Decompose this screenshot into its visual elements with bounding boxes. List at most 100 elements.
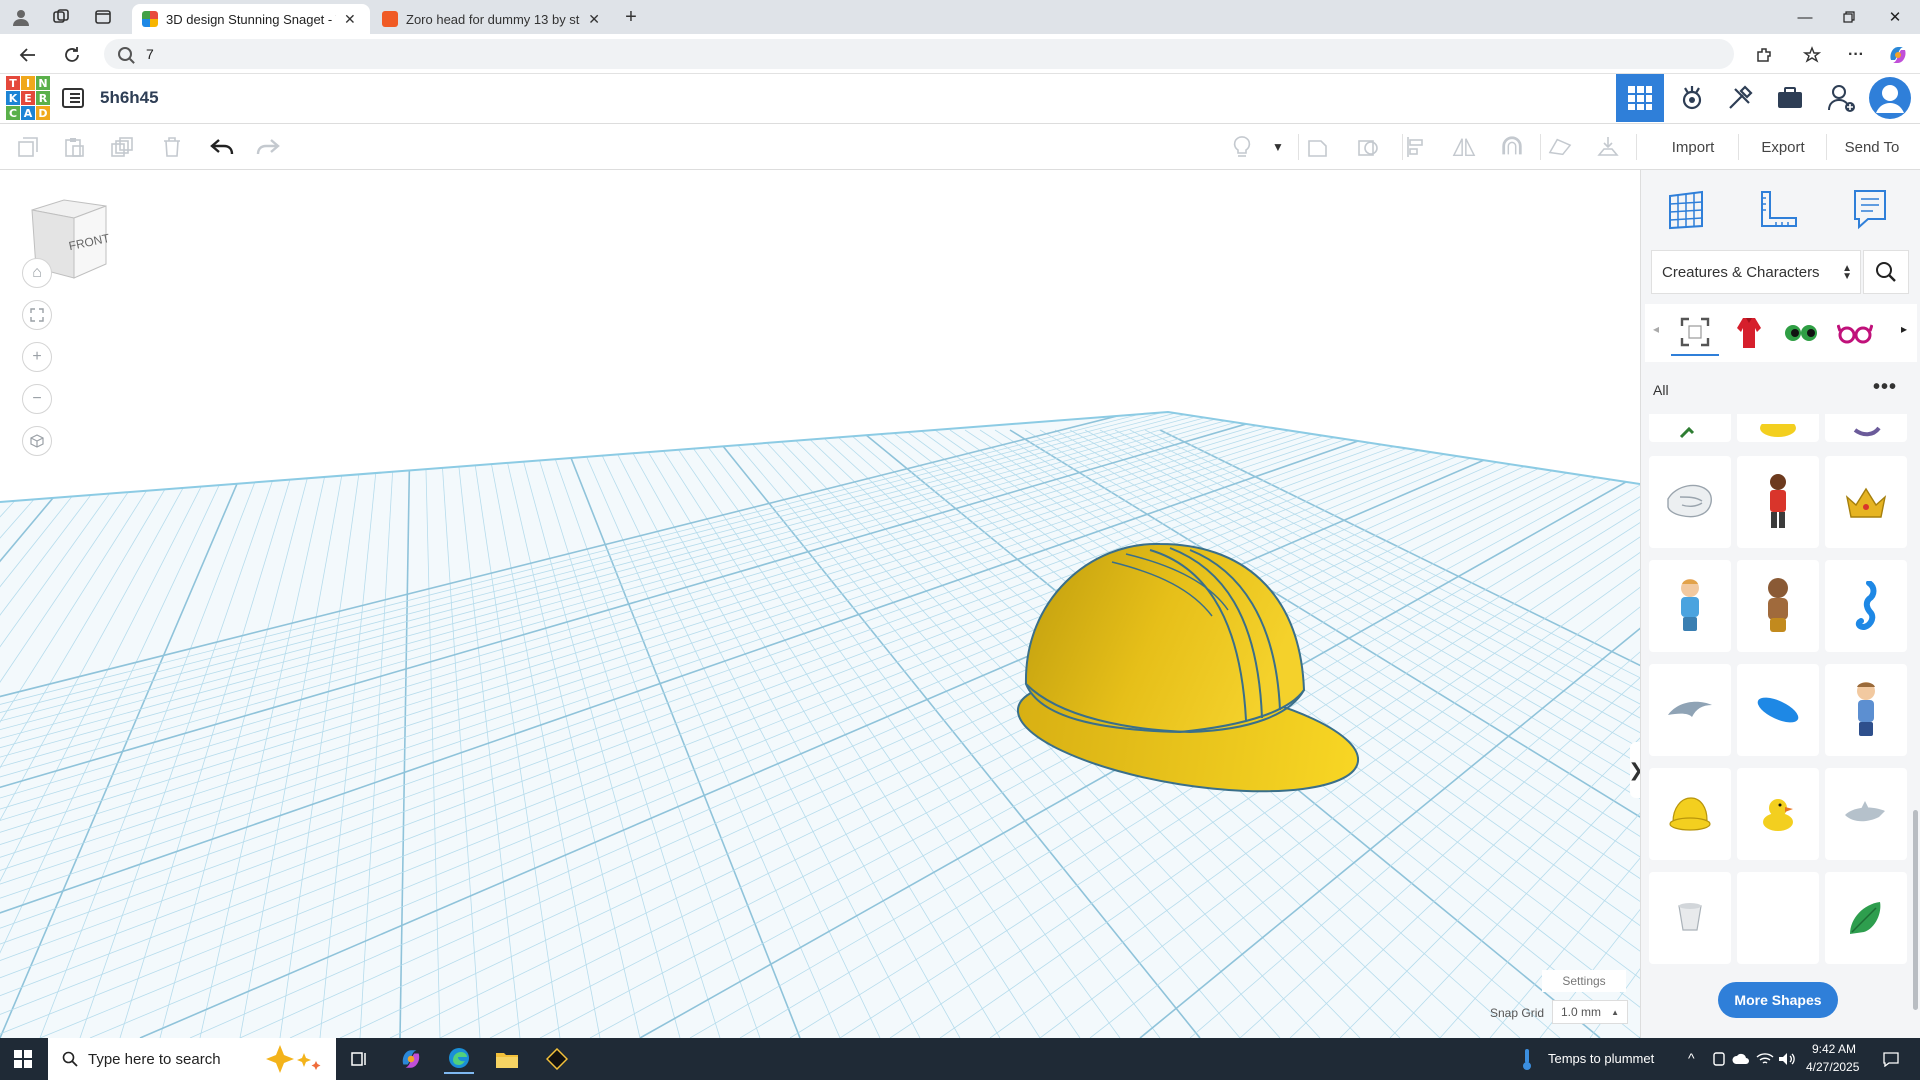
shape-monkey-figure[interactable]: [1737, 560, 1819, 652]
snap-grid-select[interactable]: 1.0 mm ▲: [1552, 1000, 1628, 1024]
address-input[interactable]: 7: [104, 39, 1734, 69]
volume-icon[interactable]: [1772, 1044, 1802, 1074]
clock-date[interactable]: 4/27/2025: [1806, 1060, 1859, 1074]
edge-browser-icon[interactable]: [444, 1044, 474, 1074]
3d-design-view-button[interactable]: [1616, 74, 1664, 122]
more-shapes-button[interactable]: More Shapes: [1718, 982, 1838, 1018]
zoom-in-icon[interactable]: +: [22, 342, 52, 372]
workplane-grid-icon[interactable]: [1661, 184, 1711, 234]
notifications-icon[interactable]: [1876, 1044, 1906, 1074]
blocks-tools-icon[interactable]: [1716, 74, 1764, 122]
shape-character-red-shirt[interactable]: [1737, 456, 1819, 548]
workplane-grid[interactable]: [0, 170, 1640, 1038]
subcategory-costume[interactable]: [1725, 310, 1773, 356]
mirror-icon[interactable]: [1452, 135, 1476, 159]
sim-lab-icon[interactable]: [1668, 74, 1716, 122]
delete-trash-icon[interactable]: [160, 135, 184, 159]
tab-printables[interactable]: Zoro head for dummy 13 by storm ✕: [372, 4, 610, 34]
perspective-toggle-icon[interactable]: [22, 426, 52, 456]
subcategory-eyes[interactable]: [1777, 310, 1825, 356]
cruise-magnet-icon[interactable]: [1500, 135, 1524, 159]
shape-tile[interactable]: [1737, 414, 1819, 442]
strip-prev-icon[interactable]: ◂: [1653, 322, 1659, 336]
import-button[interactable]: Import: [1650, 133, 1736, 161]
shape-crown[interactable]: [1825, 456, 1907, 548]
more-options-icon[interactable]: •••: [1873, 376, 1897, 399]
shape-glove-hand[interactable]: [1649, 456, 1731, 548]
tray-chevron-up-icon[interactable]: ^: [1688, 1050, 1695, 1066]
design-list-icon[interactable]: [62, 88, 84, 108]
category-select[interactable]: Creatures & Characters ▲ ▼: [1651, 250, 1861, 294]
shape-hard-hat[interactable]: [1649, 768, 1731, 860]
group-shape-icon[interactable]: [1306, 135, 1330, 159]
close-tab-icon[interactable]: ✕: [344, 11, 356, 28]
more-menu-icon[interactable]: ···: [1844, 43, 1868, 67]
file-explorer-icon[interactable]: [492, 1044, 522, 1074]
chevron-down-icon[interactable]: ▼: [1266, 135, 1290, 159]
extensions-icon[interactable]: [1752, 43, 1776, 67]
ungroup-shape-icon[interactable]: [1356, 135, 1380, 159]
undo-icon[interactable]: [210, 135, 234, 159]
send-to-button[interactable]: Send To: [1828, 133, 1916, 161]
shape-girl-figure[interactable]: [1825, 664, 1907, 756]
shape-blank[interactable]: [1737, 872, 1819, 964]
shape-leaf-fin[interactable]: [1825, 872, 1907, 964]
export-button[interactable]: Export: [1740, 133, 1826, 161]
back-arrow-icon[interactable]: [16, 43, 40, 67]
subcategory-glasses[interactable]: [1831, 310, 1879, 356]
paste-icon[interactable]: [62, 135, 86, 159]
shape-tile[interactable]: [1825, 414, 1907, 442]
fit-view-icon[interactable]: [22, 300, 52, 330]
close-window-icon[interactable]: ✕: [1880, 6, 1910, 28]
copilot-taskbar-icon[interactable]: [396, 1044, 426, 1074]
shape-rubber-duck[interactable]: [1737, 768, 1819, 860]
weather-thermometer-icon[interactable]: [1512, 1044, 1542, 1074]
align-icon[interactable]: [1404, 135, 1428, 159]
workplane-icon[interactable]: [1548, 135, 1572, 159]
minimize-icon[interactable]: —: [1790, 6, 1820, 28]
reload-icon[interactable]: [60, 43, 84, 67]
notes-icon[interactable]: [1845, 184, 1895, 234]
light-bulb-icon[interactable]: [1230, 135, 1254, 159]
shape-cup[interactable]: [1649, 872, 1731, 964]
shape-search-button[interactable]: [1863, 250, 1909, 294]
subcategory-all[interactable]: [1671, 310, 1719, 356]
strip-next-icon[interactable]: ▸: [1901, 322, 1907, 336]
copy-icon[interactable]: [16, 135, 40, 159]
copilot-icon[interactable]: [1886, 43, 1910, 67]
shape-seahorse[interactable]: [1825, 560, 1907, 652]
collapse-panel-tab[interactable]: ❯: [1628, 742, 1640, 798]
invite-user-icon[interactable]: [1818, 74, 1866, 122]
projects-briefcase-icon[interactable]: [1766, 74, 1814, 122]
taskbar-search-input[interactable]: Type here to search: [48, 1038, 336, 1080]
panel-scrollbar[interactable]: [1913, 810, 1918, 1010]
new-tab-icon[interactable]: +: [620, 6, 642, 28]
design-title[interactable]: 5h6h45: [100, 88, 159, 108]
shape-boy-figure[interactable]: [1649, 560, 1731, 652]
favorites-icon[interactable]: [1800, 43, 1824, 67]
tinkercad-logo[interactable]: T I N K E R C A D: [6, 76, 50, 120]
settings-button[interactable]: Settings: [1542, 970, 1626, 992]
ruler-icon[interactable]: [1753, 184, 1803, 234]
shape-surfboard[interactable]: [1737, 664, 1819, 756]
profile-icon[interactable]: [10, 6, 32, 28]
workspaces-icon[interactable]: [50, 6, 72, 28]
shape-shark[interactable]: [1825, 768, 1907, 860]
restore-icon[interactable]: [1834, 6, 1864, 28]
zoom-out-icon[interactable]: −: [22, 384, 52, 414]
workplane-viewport[interactable]: FRONT ⌂ + − Settings Snap Grid 1.0 mm ▲ …: [0, 170, 1640, 1038]
task-view-icon[interactable]: [344, 1044, 374, 1074]
app-diamond-icon[interactable]: [542, 1044, 572, 1074]
weather-text[interactable]: Temps to plummet: [1548, 1051, 1654, 1066]
duplicate-icon[interactable]: [110, 135, 134, 159]
redo-icon[interactable]: [256, 135, 280, 159]
shape-dolphin[interactable]: [1649, 664, 1731, 756]
close-tab-icon[interactable]: ✕: [588, 11, 600, 28]
shape-tile[interactable]: [1649, 414, 1731, 442]
tab-actions-icon[interactable]: [92, 6, 114, 28]
windows-start-icon[interactable]: [14, 1050, 32, 1068]
clock-time[interactable]: 9:42 AM: [1812, 1042, 1856, 1056]
user-avatar[interactable]: [1866, 74, 1914, 122]
home-view-icon[interactable]: ⌂: [22, 258, 52, 288]
tab-tinkercad[interactable]: 3D design Stunning Snaget - Tinkercad ✕: [132, 4, 370, 34]
